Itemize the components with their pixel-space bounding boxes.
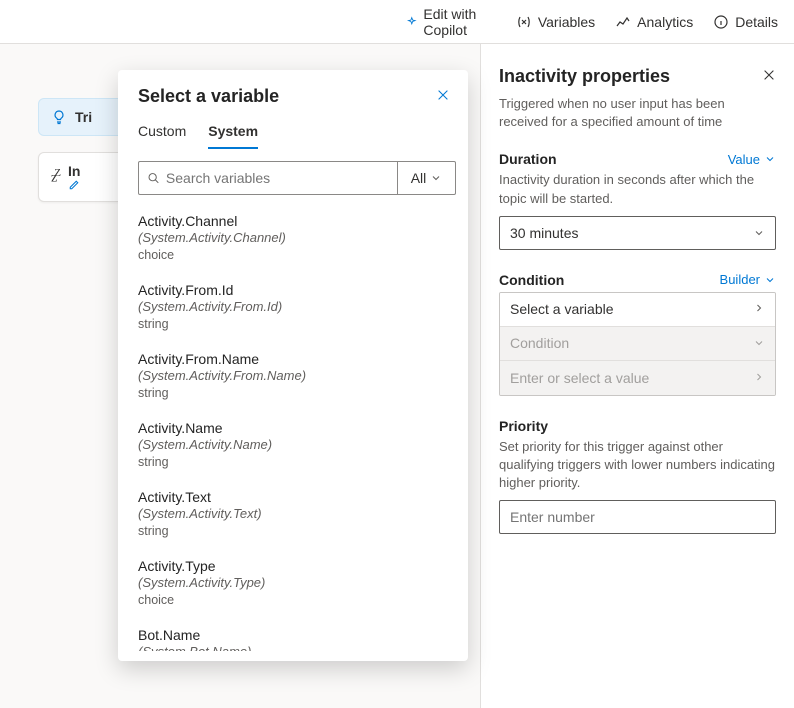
sparkle-icon bbox=[406, 14, 418, 30]
duration-help: Inactivity duration in seconds after whi… bbox=[499, 171, 776, 207]
analytics-button[interactable]: Analytics bbox=[615, 14, 693, 30]
analytics-icon bbox=[615, 14, 631, 30]
variable-system-name: (System.Activity.From.Name) bbox=[138, 368, 450, 383]
duration-mode-toggle[interactable]: Value bbox=[728, 152, 776, 167]
filter-label: All bbox=[411, 170, 427, 186]
chevron-down-icon bbox=[764, 153, 776, 165]
variable-name: Activity.Type bbox=[138, 558, 450, 574]
popover-title: Select a variable bbox=[138, 86, 279, 107]
close-button[interactable] bbox=[436, 88, 450, 105]
variable-item[interactable]: Activity.Type (System.Activity.Type) cho… bbox=[138, 548, 450, 617]
variable-picker-popover: Select a variable Custom System All Acti… bbox=[118, 70, 468, 661]
condition-label: Condition bbox=[499, 272, 564, 288]
variable-name: Activity.Name bbox=[138, 420, 450, 436]
variable-type: choice bbox=[138, 248, 450, 262]
variables-label: Variables bbox=[538, 14, 595, 30]
variables-icon bbox=[516, 14, 532, 30]
search-input[interactable] bbox=[166, 170, 389, 186]
trigger-node-label: Tri bbox=[75, 109, 92, 125]
condition-value-placeholder: Enter or select a value bbox=[510, 370, 649, 386]
variable-name: Activity.Text bbox=[138, 489, 450, 505]
search-icon bbox=[147, 171, 160, 185]
condition-variable-picker[interactable]: Select a variable bbox=[500, 293, 775, 327]
priority-help: Set priority for this trigger against ot… bbox=[499, 438, 776, 493]
chevron-down-icon bbox=[753, 227, 765, 239]
condition-variable-label: Select a variable bbox=[510, 301, 614, 317]
variable-system-name: (System.Activity.From.Id) bbox=[138, 299, 450, 314]
variable-system-name: (System.Activity.Name) bbox=[138, 437, 450, 452]
tab-custom[interactable]: Custom bbox=[138, 123, 186, 149]
tab-system[interactable]: System bbox=[208, 123, 258, 149]
variable-name: Activity.From.Name bbox=[138, 351, 450, 367]
analytics-label: Analytics bbox=[637, 14, 693, 30]
priority-section: Priority Set priority for this trigger a… bbox=[499, 418, 776, 535]
variable-type: string bbox=[138, 524, 450, 538]
variable-item[interactable]: Activity.Name (System.Activity.Name) str… bbox=[138, 410, 450, 479]
priority-input[interactable] bbox=[499, 500, 776, 534]
chevron-right-icon bbox=[753, 370, 765, 386]
variable-system-name: (System.Bot.Name) bbox=[138, 644, 450, 651]
details-label: Details bbox=[735, 14, 778, 30]
variable-system-name: (System.Activity.Text) bbox=[138, 506, 450, 521]
sleep-icon: zZ bbox=[51, 167, 58, 187]
duration-value: 30 minutes bbox=[510, 225, 578, 241]
details-button[interactable]: Details bbox=[713, 14, 778, 30]
variable-type: string bbox=[138, 386, 450, 400]
variable-item[interactable]: Activity.Text (System.Activity.Text) str… bbox=[138, 479, 450, 548]
condition-section: Condition Builder Select a variable Cond… bbox=[499, 272, 776, 396]
condition-action-label: Builder bbox=[720, 272, 760, 287]
variable-item[interactable]: Activity.Channel (System.Activity.Channe… bbox=[138, 203, 450, 272]
variable-type: choice bbox=[138, 593, 450, 607]
condition-operator-placeholder: Condition bbox=[510, 335, 569, 351]
duration-action-label: Value bbox=[728, 152, 760, 167]
variable-name: Activity.From.Id bbox=[138, 282, 450, 298]
properties-panel: Inactivity properties Triggered when no … bbox=[480, 44, 794, 708]
panel-title: Inactivity properties bbox=[499, 66, 670, 87]
variable-name: Activity.Channel bbox=[138, 213, 450, 229]
condition-mode-toggle[interactable]: Builder bbox=[720, 272, 776, 287]
variable-system-name: (System.Activity.Channel) bbox=[138, 230, 450, 245]
duration-section: Duration Value Inactivity duration in se… bbox=[499, 151, 776, 249]
variable-type: string bbox=[138, 317, 450, 331]
info-icon bbox=[713, 14, 729, 30]
duration-label: Duration bbox=[499, 151, 557, 167]
variable-item[interactable]: Activity.From.Name (System.Activity.From… bbox=[138, 341, 450, 410]
top-toolbar: Edit with Copilot Variables Analytics De… bbox=[0, 0, 794, 44]
edit-with-copilot-button[interactable]: Edit with Copilot bbox=[406, 6, 496, 38]
variable-list[interactable]: Activity.Channel (System.Activity.Channe… bbox=[138, 203, 456, 651]
variable-type: string bbox=[138, 455, 450, 469]
edit-label: Edit with Copilot bbox=[423, 6, 495, 38]
variable-tabs: Custom System bbox=[138, 123, 456, 149]
chevron-right-icon bbox=[753, 301, 765, 317]
duration-dropdown[interactable]: 30 minutes bbox=[499, 216, 776, 250]
variable-item[interactable]: Activity.From.Id (System.Activity.From.I… bbox=[138, 272, 450, 341]
type-filter-dropdown[interactable]: All bbox=[397, 162, 455, 194]
close-icon bbox=[762, 68, 776, 82]
condition-operator-dropdown[interactable]: Condition bbox=[500, 327, 775, 361]
condition-value-picker[interactable]: Enter or select a value bbox=[500, 361, 775, 395]
priority-label: Priority bbox=[499, 418, 548, 434]
close-icon bbox=[436, 88, 450, 102]
panel-description: Triggered when no user input has been re… bbox=[499, 95, 776, 131]
variables-button[interactable]: Variables bbox=[516, 14, 595, 30]
chevron-down-icon bbox=[764, 274, 776, 286]
variable-system-name: (System.Activity.Type) bbox=[138, 575, 450, 590]
lightbulb-icon bbox=[51, 109, 67, 125]
variable-name: Bot.Name bbox=[138, 627, 450, 643]
pencil-icon bbox=[68, 179, 80, 191]
chevron-down-icon bbox=[753, 337, 765, 349]
authoring-canvas: Tri zZ In Select a variable Custom Syste… bbox=[0, 44, 794, 708]
chevron-down-icon bbox=[430, 172, 442, 184]
variable-item[interactable]: Bot.Name (System.Bot.Name) bbox=[138, 617, 450, 651]
inactivity-node-label: In bbox=[68, 163, 80, 179]
panel-close-button[interactable] bbox=[762, 68, 776, 85]
